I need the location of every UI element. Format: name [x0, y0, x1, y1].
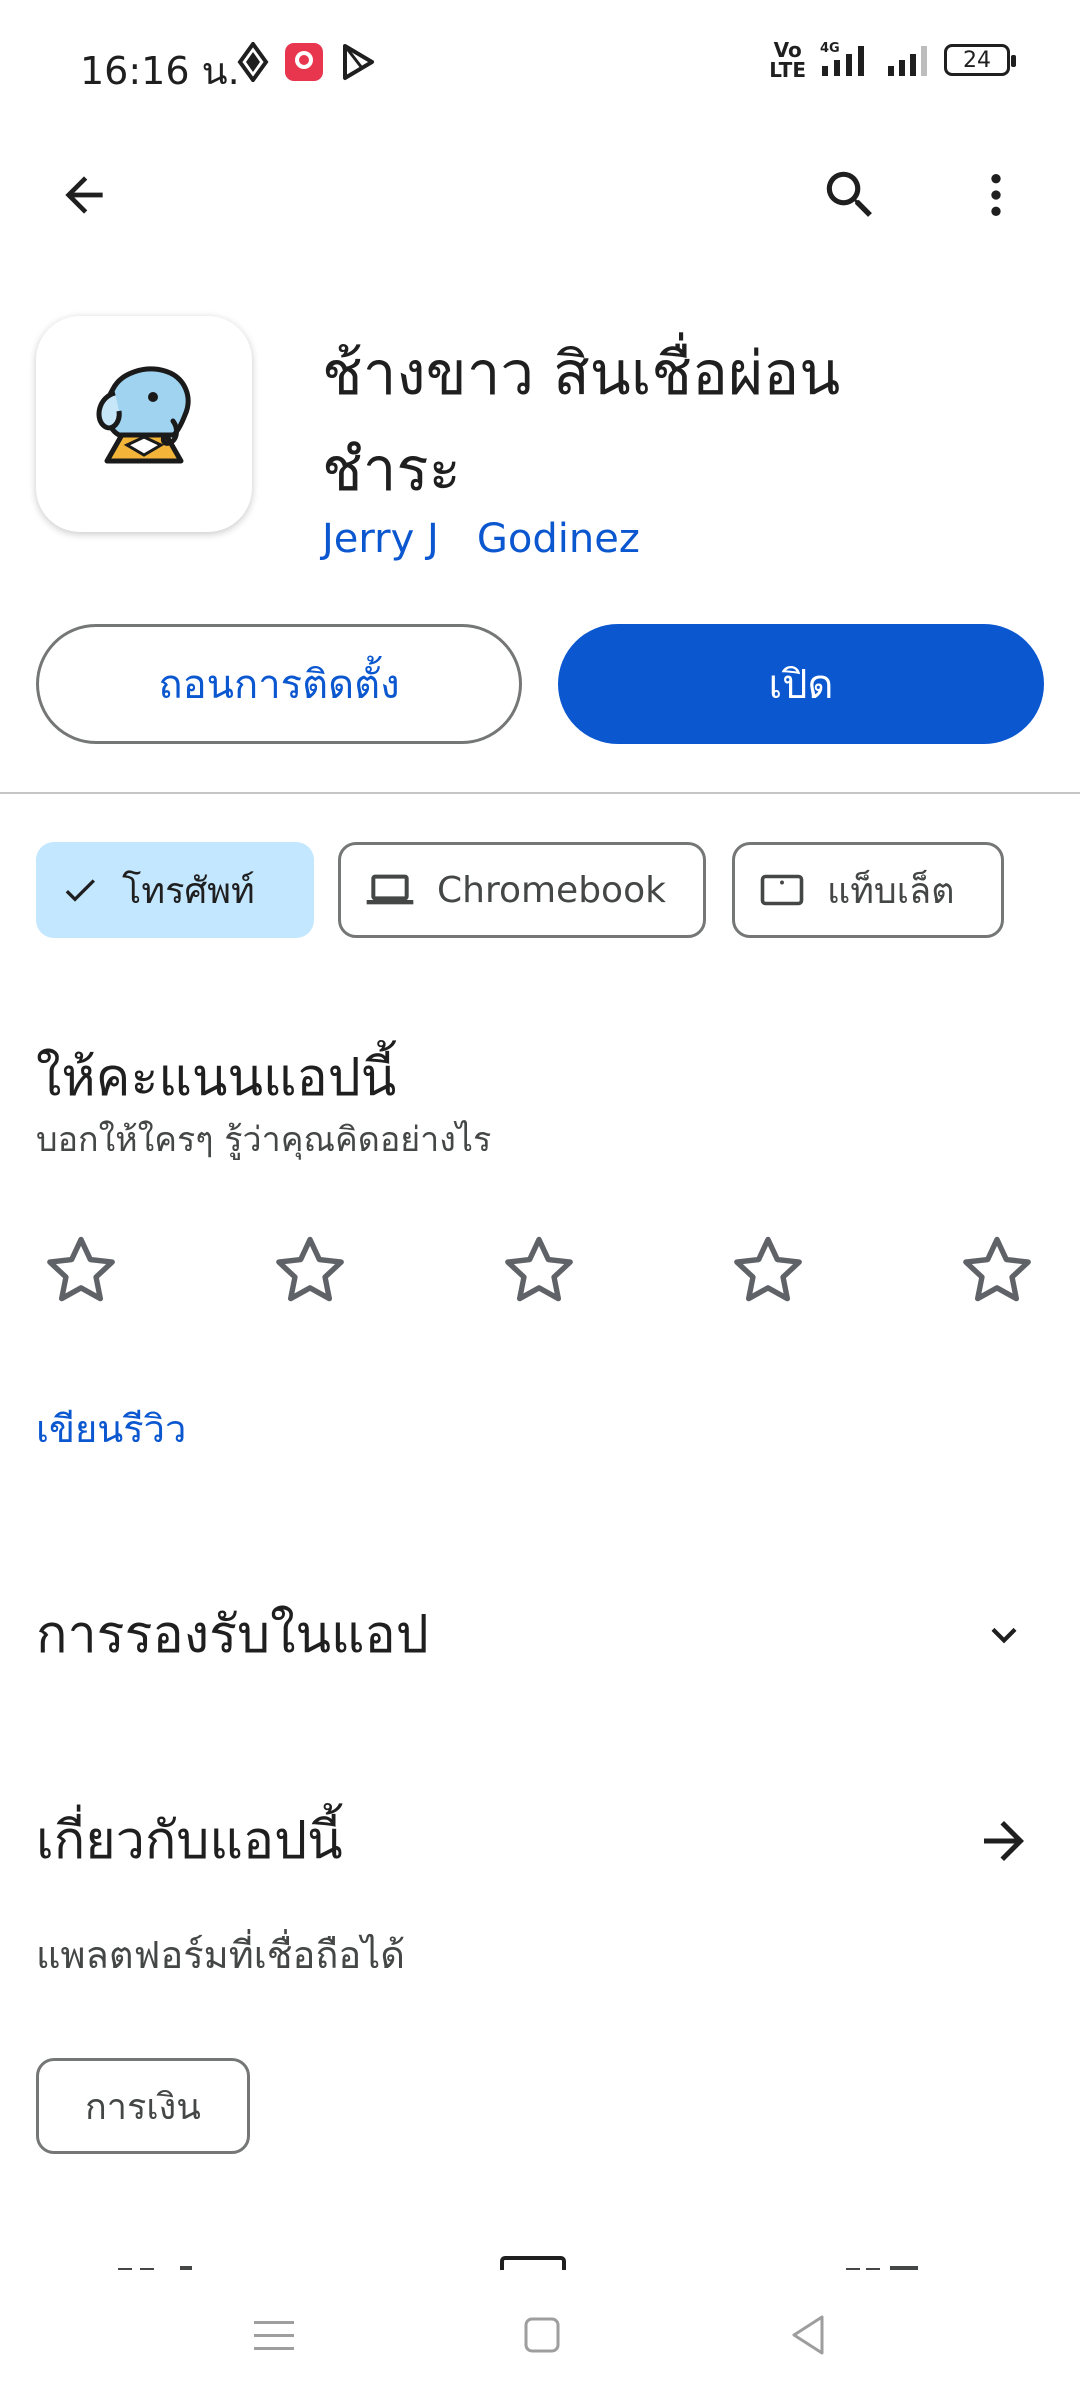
chip-chromebook[interactable]: Chromebook	[338, 842, 706, 938]
diamond-notification-icon	[236, 40, 270, 86]
about-app-title: เกี่ยวกับแอปนี้	[36, 1811, 343, 1871]
action-buttons: ถอนการติดตั้ง เปิด	[36, 624, 1044, 746]
tablet-icon	[759, 872, 805, 908]
app-title-line2: ชำระ	[322, 435, 461, 505]
search-icon	[826, 171, 872, 217]
check-icon	[60, 870, 100, 910]
rate-title: ให้คะแนนแอปนี้	[36, 1048, 397, 1108]
chip-phone[interactable]: โทรศัพท์	[36, 842, 314, 938]
status-time: 16:16 น.	[80, 49, 240, 93]
uninstall-button[interactable]: ถอนการติดตั้ง	[36, 624, 522, 744]
recents-button[interactable]	[224, 2290, 324, 2380]
triangle-back-icon	[792, 2315, 824, 2355]
arrow-right-icon[interactable]	[964, 1801, 1044, 1881]
star-2[interactable]	[265, 1226, 355, 1316]
app-icon[interactable]	[36, 316, 252, 532]
rate-section: ให้คะแนนแอปนี้ บอกให้ใครๆ รู้ว่าคุณคิดอย…	[36, 1040, 1044, 1164]
status-indicators: Vo LTE 4G 24	[769, 38, 1016, 82]
chip-tablet-label: แท็บเล็ต	[827, 870, 955, 912]
star-outline-icon	[734, 1236, 802, 1302]
back-button[interactable]	[44, 155, 124, 235]
rate-subtitle: บอกให้ใครๆ รู้ว่าคุณคิดอย่างไร	[36, 1120, 492, 1160]
laptop-icon	[365, 870, 415, 910]
star-outline-icon	[47, 1236, 115, 1302]
star-outline-icon	[505, 1236, 573, 1302]
star-outline-icon	[276, 1236, 344, 1302]
star-5[interactable]	[952, 1226, 1042, 1316]
top-app-bar	[0, 150, 1080, 240]
square-icon	[524, 2317, 560, 2353]
app-support-row[interactable]: การรองรับในแอป	[36, 1590, 1044, 1680]
category-tag-chip[interactable]: การเงิน	[36, 2058, 250, 2154]
battery-indicator: 24	[944, 44, 1016, 76]
menu-icon	[254, 2321, 294, 2350]
star-4[interactable]	[723, 1226, 813, 1316]
signal-sim2-icon	[886, 40, 930, 80]
svg-text:4G: 4G	[820, 41, 840, 56]
volte-indicator: Vo LTE	[769, 38, 806, 82]
play-store-notification-icon	[340, 42, 376, 86]
app-title: ช้างขาว สินเชื่อผ่อน ชำระ	[322, 326, 1022, 518]
developer-link[interactable]: Jerry J Godinez	[322, 516, 640, 562]
about-description: แพลตฟอร์มที่เชื่อถือได้	[36, 1933, 405, 1977]
star-3[interactable]	[494, 1226, 584, 1316]
open-button[interactable]: เปิด	[558, 624, 1044, 744]
chevron-down-icon[interactable]	[964, 1595, 1044, 1675]
write-review-link[interactable]: เขียนรีวิว	[36, 1398, 186, 1459]
app-support-title: การรองรับในแอป	[36, 1605, 429, 1665]
star-outline-icon	[963, 1236, 1031, 1302]
back-nav-button[interactable]	[758, 2290, 858, 2380]
chip-phone-label: โทรศัพท์	[122, 870, 255, 912]
divider	[0, 792, 1080, 794]
more-vert-icon	[991, 174, 1001, 216]
chip-chromebook-label: Chromebook	[437, 869, 666, 911]
system-nav-bar	[0, 2270, 1080, 2400]
search-button[interactable]	[810, 155, 890, 235]
shopping-app-notification-icon	[284, 42, 324, 86]
status-bar: 16:16 น. Vo LTE 4G 24	[0, 0, 1080, 126]
more-options-button[interactable]	[956, 155, 1036, 235]
about-app-row[interactable]: เกี่ยวกับแอปนี้	[36, 1796, 1044, 1886]
signal-4g-icon: 4G	[820, 40, 872, 80]
app-header: ช้างขาว สินเชื่อผ่อน ชำระ Jerry J Godine…	[36, 316, 1044, 586]
arrow-left-icon	[65, 176, 103, 214]
app-title-line1: ช้างขาว สินเชื่อผ่อน	[322, 339, 841, 409]
chip-tablet[interactable]: แท็บเล็ต	[732, 842, 1004, 938]
star-rating	[36, 1226, 1044, 1316]
home-button[interactable]	[492, 2290, 592, 2380]
star-1[interactable]	[36, 1226, 126, 1316]
elephant-on-pedestal-icon	[96, 366, 191, 464]
